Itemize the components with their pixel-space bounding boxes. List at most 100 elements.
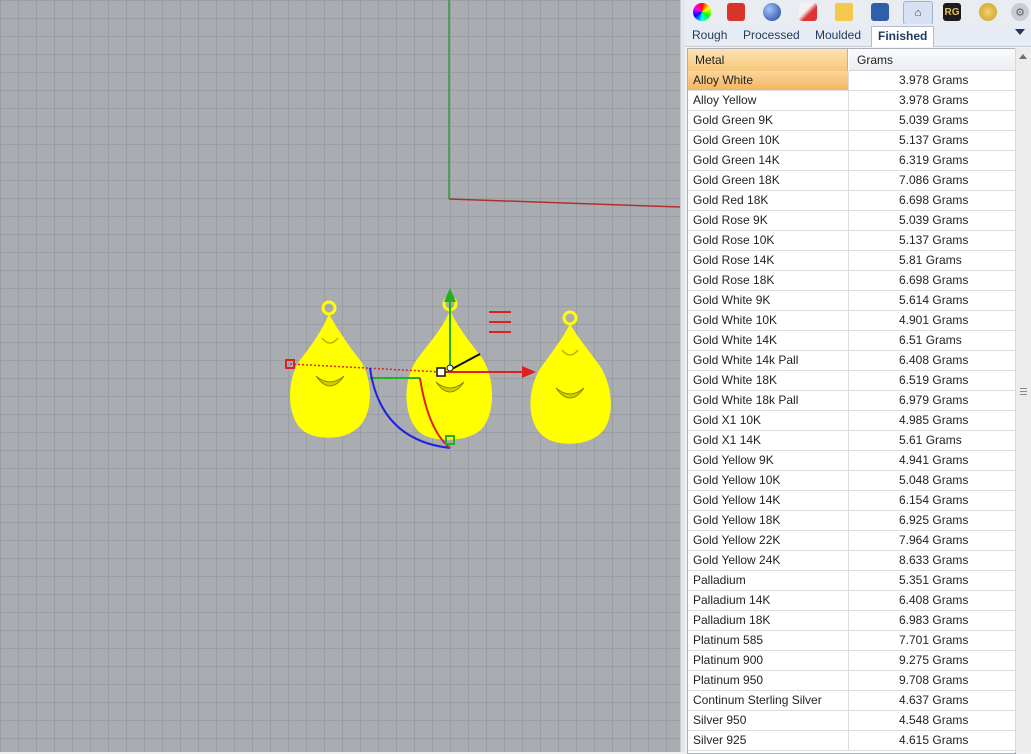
table-row[interactable]: Silver 925 4.615 Grams xyxy=(688,731,1015,751)
tab-rough[interactable]: Rough xyxy=(686,26,733,46)
tab-finished[interactable]: Finished xyxy=(871,26,935,47)
metal-cell: Alloy White xyxy=(688,71,849,90)
table-row[interactable]: Gold White 10K 4.901 Grams xyxy=(688,311,1015,331)
pen-icon[interactable] xyxy=(799,3,817,21)
grams-cell: 6.319 Grams xyxy=(899,153,969,167)
table-row[interactable]: Gold White 14K 6.51 Grams xyxy=(688,331,1015,351)
metal-cell: Gold Rose 18K xyxy=(688,271,849,290)
table-row[interactable]: Gold Yellow 10K 5.048 Grams xyxy=(688,471,1015,491)
scroll-grip-icon[interactable] xyxy=(1020,388,1027,396)
table-row[interactable]: Continum Sterling Silver 4.637 Grams xyxy=(688,691,1015,711)
grams-cell: 9.708 Grams xyxy=(899,673,969,687)
metal-cell: Gold Yellow 9K xyxy=(688,451,849,470)
table-row[interactable]: Gold Yellow 22K 7.964 Grams xyxy=(688,531,1015,551)
table-row[interactable]: Gold Green 10K 5.137 Grams xyxy=(688,131,1015,151)
table-row[interactable]: Gold Yellow 9K 4.941 Grams xyxy=(688,451,1015,471)
table-row[interactable]: Platinum 585 7.701 Grams xyxy=(688,631,1015,651)
grams-cell: 5.81 Grams xyxy=(899,253,962,267)
scroll-up-icon[interactable] xyxy=(1019,54,1027,59)
metal-cell: Gold X1 14K xyxy=(688,431,849,450)
table-row[interactable]: Gold White 18K 6.519 Grams xyxy=(688,371,1015,391)
metal-cell: Palladium 18K xyxy=(688,611,849,630)
grams-cell: 5.351 Grams xyxy=(899,573,969,587)
metal-cell: Gold Rose 14K xyxy=(688,251,849,270)
column-header-metal[interactable]: Metal xyxy=(688,49,848,71)
grams-cell: 6.51 Grams xyxy=(899,333,962,347)
vertical-scrollbar[interactable] xyxy=(1015,48,1031,752)
table-row[interactable]: Gold X1 14K 5.61 Grams xyxy=(688,431,1015,451)
metal-cell: Gold Green 18K xyxy=(688,171,849,190)
metal-cell: Silver 925 xyxy=(688,731,849,750)
metal-cell: Palladium xyxy=(688,571,849,590)
table-row[interactable]: Gold White 9K 5.614 Grams xyxy=(688,291,1015,311)
table-row[interactable]: Platinum 950 9.708 Grams xyxy=(688,671,1015,691)
table-row[interactable]: Platinum 900 9.275 Grams xyxy=(688,651,1015,671)
metal-cell: Continum Sterling Silver xyxy=(688,691,849,710)
grams-cell: 5.61 Grams xyxy=(899,433,962,447)
tab-menu-chevron-icon[interactable] xyxy=(1015,29,1025,35)
table-row[interactable]: Palladium 5.351 Grams xyxy=(688,571,1015,591)
table-row[interactable]: Gold Rose 18K 6.698 Grams xyxy=(688,271,1015,291)
grams-cell: 6.925 Grams xyxy=(899,513,969,527)
menu-ball-icon[interactable] xyxy=(489,311,511,333)
table-row[interactable]: Silver 950 4.548 Grams xyxy=(688,711,1015,731)
table-row[interactable]: Alloy Yellow 3.978 Grams xyxy=(688,91,1015,111)
table-row[interactable]: Gold Rose 9K 5.039 Grams xyxy=(688,211,1015,231)
grams-cell: 7.086 Grams xyxy=(899,173,969,187)
table-row[interactable]: Alloy White 3.978 Grams xyxy=(688,71,1015,91)
gumball-origin[interactable] xyxy=(446,364,454,372)
metal-cell: Gold Rose 9K xyxy=(688,211,849,230)
earring-right[interactable] xyxy=(530,310,611,444)
grams-cell: 5.137 Grams xyxy=(899,133,969,147)
table-row[interactable]: Palladium 18K 6.983 Grams xyxy=(688,611,1015,631)
viewport-scene[interactable] xyxy=(0,0,680,752)
metal-cell: Gold White 9K xyxy=(688,291,849,310)
grams-cell: 6.408 Grams xyxy=(899,593,969,607)
y-arrow-head[interactable] xyxy=(444,288,456,302)
tab-moulded[interactable]: Moulded xyxy=(809,26,867,46)
table-body: Alloy White 3.978 Grams Alloy Yellow 3.978 … xyxy=(688,71,1015,751)
grams-cell: 6.154 Grams xyxy=(899,493,969,507)
gumball-center[interactable] xyxy=(436,367,446,377)
table-row[interactable]: Gold Yellow 24K 8.633 Grams xyxy=(688,551,1015,571)
table-row[interactable]: Gold Green 14K 6.319 Grams xyxy=(688,151,1015,171)
column-header-grams[interactable]: Grams xyxy=(849,49,1015,71)
panel-toolbar: ⌂ RG ⚙ xyxy=(685,0,1031,25)
image-icon[interactable] xyxy=(871,3,889,21)
table-row[interactable]: Gold Yellow 18K 6.925 Grams xyxy=(688,511,1015,531)
settings-gear-icon[interactable]: ⚙ xyxy=(1011,3,1029,21)
table-row[interactable]: Gold Rose 14K 5.81 Grams xyxy=(688,251,1015,271)
folder-icon[interactable] xyxy=(835,3,853,21)
table-row[interactable]: Gold Rose 10K 5.137 Grams xyxy=(688,231,1015,251)
color-wheel-icon[interactable] xyxy=(693,3,711,21)
grams-cell: 4.615 Grams xyxy=(899,733,969,747)
table-row[interactable]: Gold White 14k Pall 6.408 Grams xyxy=(688,351,1015,371)
weight-basket-icon[interactable]: ⌂ xyxy=(903,1,933,25)
table-row[interactable]: Gold Yellow 14K 6.154 Grams xyxy=(688,491,1015,511)
gold-disc-icon[interactable] xyxy=(979,3,997,21)
table-row[interactable]: Gold Green 9K 5.039 Grams xyxy=(688,111,1015,131)
earring-left[interactable] xyxy=(290,300,370,438)
gem-shield-icon[interactable] xyxy=(727,3,745,21)
grams-cell: 5.614 Grams xyxy=(899,293,969,307)
table-row[interactable]: Gold Red 18K 6.698 Grams xyxy=(688,191,1015,211)
table-row[interactable]: Gold White 18k Pall 6.979 Grams xyxy=(688,391,1015,411)
table-row[interactable]: Gold Green 18K 7.086 Grams xyxy=(688,171,1015,191)
tab-strip: Rough Processed Moulded Finished xyxy=(685,24,1031,47)
table-row[interactable]: Palladium 14K 6.408 Grams xyxy=(688,591,1015,611)
sphere-icon[interactable] xyxy=(763,3,781,21)
x-arrow-head[interactable] xyxy=(522,366,536,378)
metal-cell: Gold White 18K xyxy=(688,371,849,390)
3d-viewport[interactable] xyxy=(0,0,680,752)
tab-processed[interactable]: Processed xyxy=(737,26,806,46)
metal-cell: Gold Green 9K xyxy=(688,111,849,130)
metal-cell: Gold X1 10K xyxy=(688,411,849,430)
metal-cell: Gold Yellow 22K xyxy=(688,531,849,550)
rg-logo-icon[interactable]: RG xyxy=(943,3,961,21)
metal-cell: Gold White 14K xyxy=(688,331,849,350)
metal-cell: Alloy Yellow xyxy=(688,91,849,110)
grams-cell: 5.048 Grams xyxy=(899,473,969,487)
grams-cell: 7.964 Grams xyxy=(899,533,969,547)
table-row[interactable]: Gold X1 10K 4.985 Grams xyxy=(688,411,1015,431)
grams-cell: 6.979 Grams xyxy=(899,393,969,407)
